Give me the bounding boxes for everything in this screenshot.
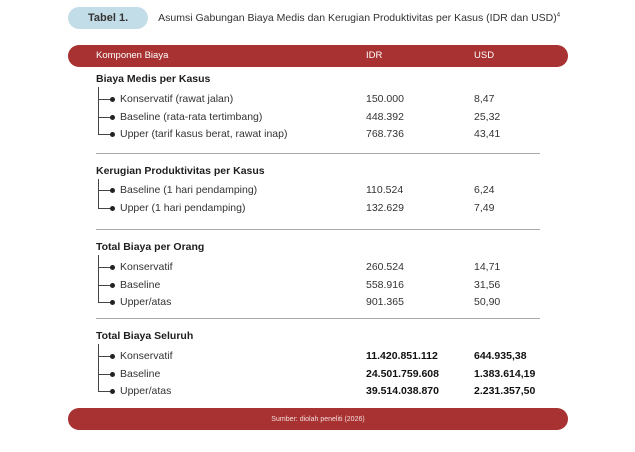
row-usd: 50,90 <box>474 296 501 308</box>
row-usd: 14,71 <box>474 261 501 273</box>
table-row: Konservatif (rawat jalan) 150.000 8,47 <box>96 92 540 108</box>
bullet-icon <box>110 97 115 102</box>
table-footer: Sumber: diolah peneliti (2026) <box>68 408 568 430</box>
row-idr: 24.501.759.608 <box>366 368 439 380</box>
row-usd: 2.231.357,50 <box>474 385 536 397</box>
row-label: Konservatif <box>120 350 173 362</box>
section-total-cost: Total Biaya Seluruh Konservatif 11.420.8… <box>96 330 540 402</box>
table-label-pill: Tabel 1. <box>68 7 149 29</box>
table-row: Upper/atas 901.365 50,90 <box>96 295 540 311</box>
row-idr: 110.524 <box>366 184 404 196</box>
row-usd: 7,49 <box>474 202 495 214</box>
row-idr: 448.392 <box>366 111 404 123</box>
row-usd: 43,41 <box>474 128 501 140</box>
section-cost-per-person: Total Biaya per Orang Konservatif 260.52… <box>96 241 540 311</box>
section-medical-cost: Biaya Medis per Kasus Konservatif (rawat… <box>96 73 540 143</box>
bullet-icon <box>110 132 115 137</box>
bullet-icon <box>110 372 115 377</box>
row-idr: 901.365 <box>366 296 404 308</box>
row-label: Baseline (1 hari pendamping) <box>120 184 258 196</box>
table-row: Baseline 24.501.759.608 1.383.614,19 <box>96 367 540 383</box>
table-title: Asumsi Gabungan Biaya Medis dan Kerugian… <box>158 12 560 24</box>
section-divider <box>96 153 540 154</box>
table-row: Baseline 558.916 31,56 <box>96 278 540 294</box>
row-label: Konservatif (rawat jalan) <box>120 93 234 105</box>
table-row: Baseline (rata-rata tertimbang) 448.392 … <box>96 110 540 126</box>
table-row: Upper (1 hari pendamping) 132.629 7,49 <box>96 201 540 217</box>
bullet-icon <box>110 265 115 270</box>
section-title: Total Biaya Seluruh <box>96 330 194 342</box>
row-label: Baseline <box>120 368 161 380</box>
row-usd: 8,47 <box>474 93 495 105</box>
table-header: Komponen Biaya IDR USD <box>68 45 568 67</box>
section-divider <box>96 229 540 230</box>
row-idr: 39.514.038.870 <box>366 385 439 397</box>
source-note: Sumber: diolah peneliti (2026) <box>271 415 365 423</box>
row-idr: 768.736 <box>366 128 404 140</box>
section-divider <box>96 318 540 319</box>
table-caption: Tabel 1. Asumsi Gabungan Biaya Medis dan… <box>68 6 560 30</box>
row-label: Baseline (rata-rata tertimbang) <box>120 111 263 123</box>
row-usd: 644.935,38 <box>474 350 527 362</box>
row-idr: 260.524 <box>366 261 404 273</box>
table-label: Tabel 1. <box>88 12 129 24</box>
row-usd: 6,24 <box>474 184 495 196</box>
row-usd: 31,56 <box>474 279 501 291</box>
row-label: Konservatif <box>120 261 173 273</box>
table-row: Upper (tarif kasus berat, rawat inap) 76… <box>96 127 540 143</box>
row-label: Upper (1 hari pendamping) <box>120 202 246 214</box>
section-title: Biaya Medis per Kasus <box>96 73 211 85</box>
row-idr: 558.916 <box>366 279 404 291</box>
bullet-icon <box>110 283 115 288</box>
bullet-icon <box>110 300 115 305</box>
bullet-icon <box>110 354 115 359</box>
header-idr: IDR <box>366 50 383 61</box>
table-row: Baseline (1 hari pendamping) 110.524 6,2… <box>96 183 540 199</box>
header-component: Komponen Biaya <box>96 50 169 61</box>
row-idr: 150.000 <box>366 93 404 105</box>
table-row: Konservatif 260.524 14,71 <box>96 260 540 276</box>
row-idr: 11.420.851.112 <box>366 350 438 362</box>
bullet-icon <box>110 115 115 120</box>
table-title-footnote: 4 <box>556 12 561 19</box>
row-label: Upper/atas <box>120 296 172 308</box>
table-row: Upper/atas 39.514.038.870 2.231.357,50 <box>96 384 540 400</box>
row-label: Upper/atas <box>120 385 172 397</box>
section-title: Kerugian Produktivitas per Kasus <box>96 165 265 177</box>
bullet-icon <box>110 188 115 193</box>
table-row: Konservatif 11.420.851.112 644.935,38 <box>96 349 540 365</box>
row-usd: 25,32 <box>474 111 501 123</box>
section-title: Total Biaya per Orang <box>96 241 205 253</box>
bullet-icon <box>110 389 115 394</box>
row-usd: 1.383.614,19 <box>474 368 536 380</box>
row-idr: 132.629 <box>366 202 404 214</box>
section-productivity-loss: Kerugian Produktivitas per Kasus Baselin… <box>96 165 540 220</box>
row-label: Baseline <box>120 279 161 291</box>
header-usd: USD <box>474 50 495 61</box>
table-title-text: Asumsi Gabungan Biaya Medis dan Kerugian… <box>158 12 557 24</box>
row-label: Upper (tarif kasus berat, rawat inap) <box>120 128 288 140</box>
bullet-icon <box>110 206 115 211</box>
